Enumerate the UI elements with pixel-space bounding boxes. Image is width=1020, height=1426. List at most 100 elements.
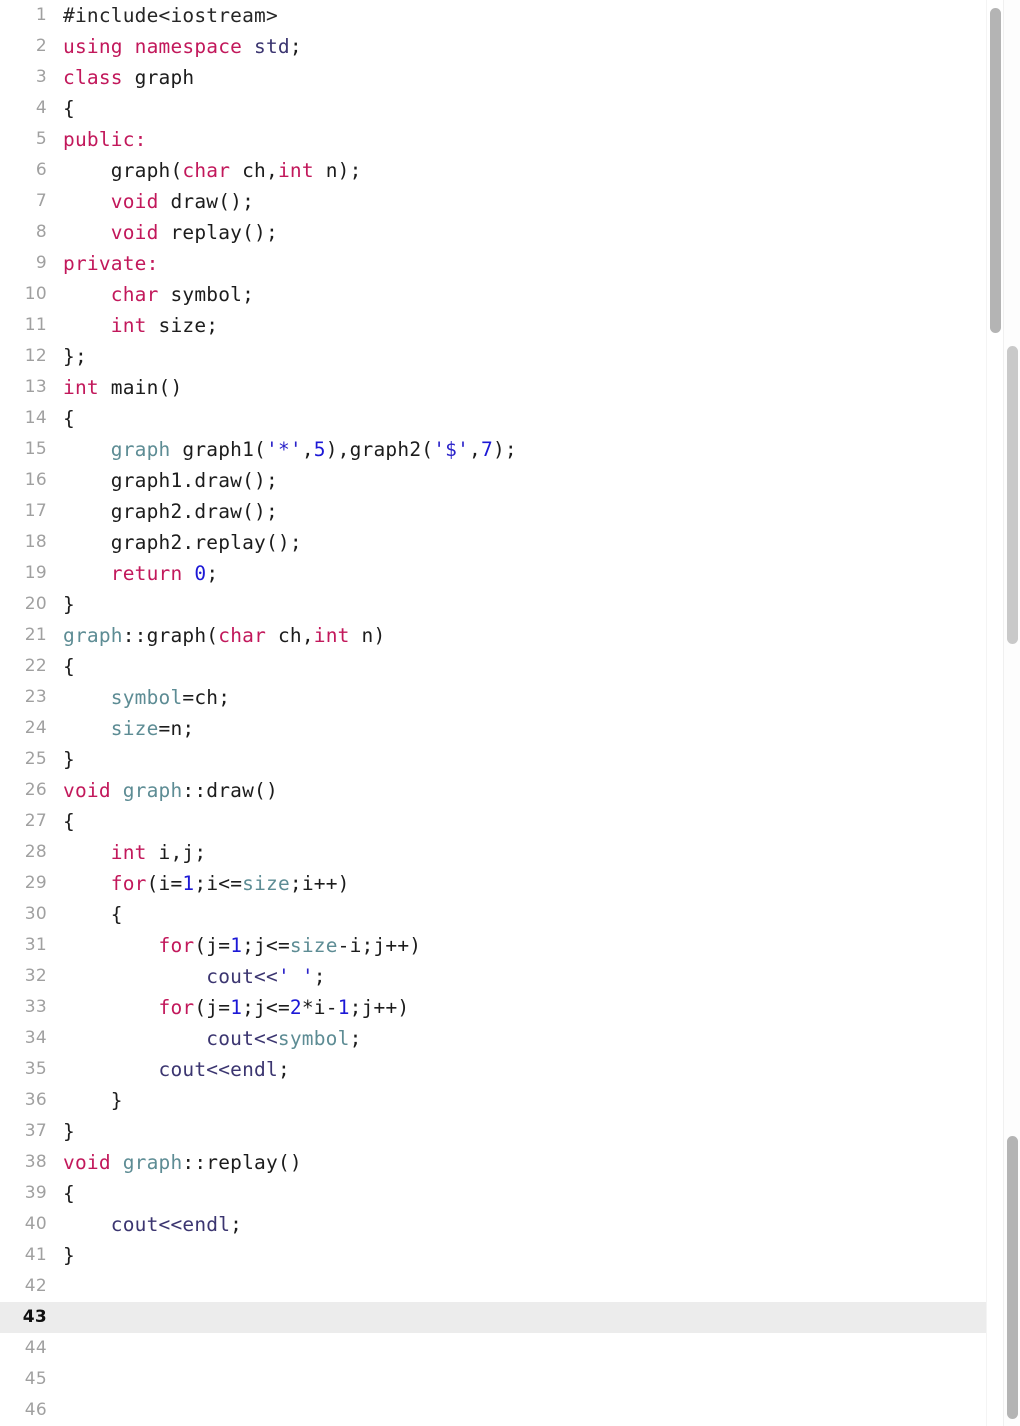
code-text[interactable]: public: bbox=[63, 124, 147, 155]
code-line[interactable]: 2 using namespace std; bbox=[0, 31, 996, 62]
code-text[interactable]: } bbox=[63, 744, 75, 775]
code-text[interactable]: graph2.replay(); bbox=[63, 527, 302, 558]
code-text[interactable]: private: bbox=[63, 248, 159, 279]
code-line[interactable]: 19 return 0; bbox=[0, 558, 996, 589]
code-line[interactable]: 46 bbox=[0, 1395, 996, 1426]
code-text[interactable]: for(i=1;i<=size;i++) bbox=[63, 868, 350, 899]
code-line[interactable]: 17 graph2.draw(); bbox=[0, 496, 996, 527]
code-line[interactable]: 13 int main() bbox=[0, 372, 996, 403]
code-line[interactable]: 22 { bbox=[0, 651, 996, 682]
code-text[interactable]: graph1.draw(); bbox=[63, 465, 278, 496]
page-scrollbar-thumb-upper[interactable] bbox=[1007, 346, 1018, 644]
code-text[interactable]: { bbox=[63, 1178, 75, 1209]
code-text[interactable]: size=n; bbox=[63, 713, 194, 744]
code-line[interactable]: 26 void graph::draw() bbox=[0, 775, 996, 806]
page-scrollbar-thumb-lower[interactable] bbox=[1007, 1136, 1018, 1419]
code-text[interactable]: return 0; bbox=[63, 558, 218, 589]
code-text[interactable]: int i,j; bbox=[63, 837, 206, 868]
code-text[interactable]: int size; bbox=[63, 310, 218, 341]
code-line[interactable]: 6 graph(char ch,int n); bbox=[0, 155, 996, 186]
line-number: 42 bbox=[24, 1276, 47, 1296]
code-text[interactable]: cout<<endl; bbox=[63, 1209, 242, 1240]
code-line[interactable]: 27 { bbox=[0, 806, 996, 837]
code-line[interactable]: 7 void draw(); bbox=[0, 186, 996, 217]
code-line[interactable]: 20} bbox=[0, 589, 996, 620]
code-line[interactable]: 3 class graph bbox=[0, 62, 996, 93]
code-text[interactable]: } bbox=[63, 1116, 75, 1147]
code-text[interactable]: cout<<endl; bbox=[63, 1054, 290, 1085]
code-line[interactable]: 37} bbox=[0, 1116, 996, 1147]
code-text[interactable]: for(j=1;j<=2*i-1;j++) bbox=[63, 992, 410, 1023]
code-text[interactable]: } bbox=[63, 1240, 75, 1271]
code-text[interactable]: void draw(); bbox=[63, 186, 254, 217]
code-editor[interactable]: 1 #include<iostream> 2 using namespace std;… bbox=[0, 0, 1020, 1426]
code-line[interactable]: 23 symbol=ch; bbox=[0, 682, 996, 713]
code-text[interactable]: void graph::replay() bbox=[63, 1147, 302, 1178]
code-line[interactable]: 10 char symbol; bbox=[0, 279, 996, 310]
code-text[interactable]: char symbol; bbox=[63, 279, 254, 310]
code-line[interactable]: 40 cout<<endl; bbox=[0, 1209, 996, 1240]
code-line[interactable]: 9 private: bbox=[0, 248, 996, 279]
code-line[interactable]: 14 { bbox=[0, 403, 996, 434]
code-line[interactable]: 44 bbox=[0, 1333, 996, 1364]
code-token: -i;j++) bbox=[337, 934, 422, 957]
code-text[interactable]: { bbox=[63, 93, 75, 124]
code-text[interactable]: { bbox=[63, 899, 123, 930]
code-line[interactable]: 16 graph1.draw(); bbox=[0, 465, 996, 496]
code-text[interactable]: class graph bbox=[63, 62, 194, 93]
code-line[interactable]: 35 cout<<endl; bbox=[0, 1054, 996, 1085]
code-line[interactable]: 39 { bbox=[0, 1178, 996, 1209]
code-text[interactable]: using namespace std; bbox=[63, 31, 302, 62]
code-text[interactable]: { bbox=[63, 651, 75, 682]
code-line[interactable]: 31 for(j=1;j<=size-i;j++) bbox=[0, 930, 996, 961]
code-text[interactable]: }; bbox=[63, 341, 87, 372]
code-text[interactable]: cout<<' '; bbox=[63, 961, 326, 992]
code-line[interactable]: 43 bbox=[0, 1302, 996, 1333]
code-text[interactable]: graph2.draw(); bbox=[63, 496, 278, 527]
code-line[interactable]: 24 size=n; bbox=[0, 713, 996, 744]
code-text[interactable]: symbol=ch; bbox=[63, 682, 230, 713]
code-line[interactable]: 42 bbox=[0, 1271, 996, 1302]
code-text[interactable]: void graph::draw() bbox=[63, 775, 278, 806]
code-text[interactable]: graph(char ch,int n); bbox=[63, 155, 362, 186]
code-text[interactable]: graph graph1('*',5),graph2('$',7); bbox=[63, 434, 517, 465]
code-text[interactable]: { bbox=[63, 403, 75, 434]
code-text[interactable]: for(j=1;j<=size-i;j++) bbox=[63, 930, 422, 961]
code-line[interactable]: 1 #include<iostream> bbox=[0, 0, 996, 31]
code-line[interactable]: 38 void graph::replay() bbox=[0, 1147, 996, 1178]
code-line[interactable]: 21 graph::graph(char ch,int n) bbox=[0, 620, 996, 651]
code-line[interactable]: 5 public: bbox=[0, 124, 996, 155]
code-text[interactable]: graph::graph(char ch,int n) bbox=[63, 620, 385, 651]
code-line[interactable]: 25} bbox=[0, 744, 996, 775]
code-line[interactable]: 33 for(j=1;j<=2*i-1;j++) bbox=[0, 992, 996, 1023]
code-line[interactable]: 11 int size; bbox=[0, 310, 996, 341]
code-line-list[interactable]: 1 #include<iostream> 2 using namespace std;… bbox=[0, 0, 996, 1426]
code-text[interactable]: } bbox=[63, 1085, 123, 1116]
code-line[interactable]: 18 graph2.replay(); bbox=[0, 527, 996, 558]
code-line[interactable]: 29 for(i=1;i<=size;i++) bbox=[0, 868, 996, 899]
code-line[interactable]: 30 { bbox=[0, 899, 996, 930]
code-line[interactable]: 28 int i,j; bbox=[0, 837, 996, 868]
line-number: 26 bbox=[24, 780, 47, 800]
code-line[interactable]: 45 bbox=[0, 1364, 996, 1395]
code-text[interactable]: } bbox=[63, 589, 75, 620]
editor-scrollbar-thumb[interactable] bbox=[990, 8, 1001, 333]
code-line[interactable]: 15 graph graph1('*',5),graph2('$',7); bbox=[0, 434, 996, 465]
editor-vertical-scrollbar[interactable] bbox=[986, 0, 1003, 1426]
code-line[interactable]: 41} bbox=[0, 1240, 996, 1271]
page-vertical-scrollbar[interactable] bbox=[1003, 0, 1020, 1426]
code-line[interactable]: 34 cout<<symbol; bbox=[0, 1023, 996, 1054]
code-text[interactable]: { bbox=[63, 806, 75, 837]
code-line[interactable]: 8 void replay(); bbox=[0, 217, 996, 248]
line-number: 2 bbox=[35, 36, 47, 56]
code-text[interactable]: cout<<symbol; bbox=[63, 1023, 362, 1054]
code-text[interactable]: int main() bbox=[63, 372, 182, 403]
code-line[interactable]: 12}; bbox=[0, 341, 996, 372]
code-line[interactable]: 32 cout<<' '; bbox=[0, 961, 996, 992]
code-line[interactable]: 36 } bbox=[0, 1085, 996, 1116]
code-text[interactable]: void replay(); bbox=[63, 217, 278, 248]
code-line[interactable]: 4{ bbox=[0, 93, 996, 124]
code-text[interactable]: #include<iostream> bbox=[63, 0, 278, 31]
